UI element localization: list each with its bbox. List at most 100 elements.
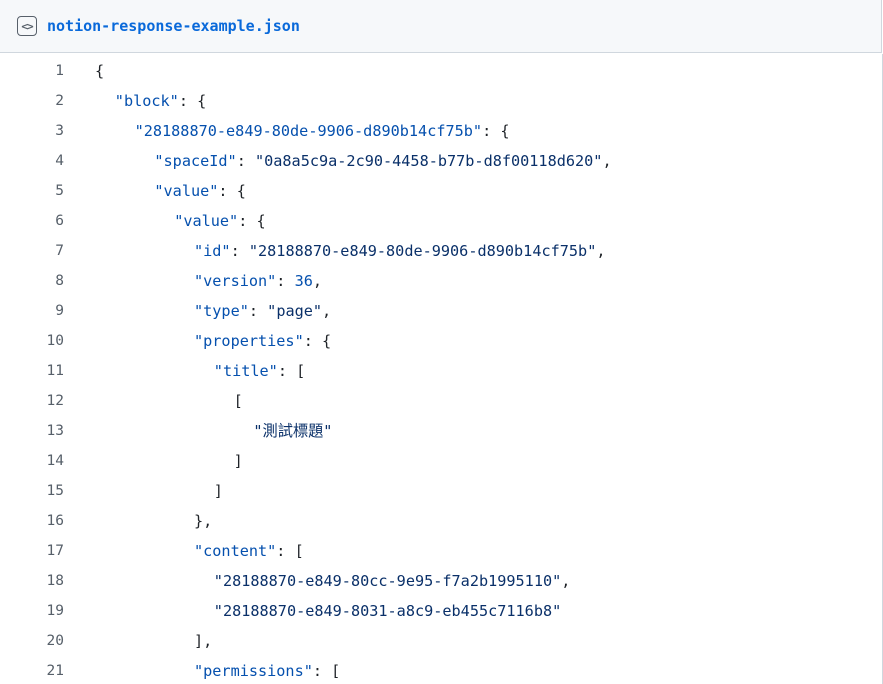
json-punctuation: [ [233,392,243,410]
line-number[interactable]: 8 [0,266,64,296]
code-line: 17 "content": [ [0,536,880,566]
line-number[interactable]: 4 [0,146,64,176]
code-text: "version": 36, [194,266,322,296]
code-text: ] [214,476,223,506]
code-line: 6 "value": { [0,206,880,236]
code-text: "id": "28188870-e849-80de-9906-d890b14cf… [194,236,606,266]
line-number[interactable]: 3 [0,116,64,146]
line-number[interactable]: 10 [0,326,64,356]
line-number[interactable]: 13 [0,416,64,446]
json-punctuation: : { [218,182,246,200]
code-text: [ [234,386,243,416]
json-punctuation: : [276,272,295,290]
line-number[interactable]: 6 [0,206,64,236]
code-line: 1{ [0,56,880,86]
code-line: 8 "version": 36, [0,266,880,296]
line-number[interactable]: 16 [0,506,64,536]
code-text: "value": { [174,206,265,236]
code-text: "properties": { [194,326,331,356]
code-text: "type": "page", [194,296,331,326]
code-text: "block": { [115,86,206,116]
json-punctuation: : { [482,122,510,140]
line-number[interactable]: 21 [0,656,64,684]
json-punctuation: , [561,572,571,590]
json-punctuation: : [ [277,362,306,380]
line-number[interactable]: 20 [0,626,64,656]
json-punctuation: ] [233,452,243,470]
code-text: "content": [ [194,536,304,566]
json-punctuation: : [248,302,268,320]
code-line: 19 "28188870-e849-8031-a8c9-eb455c7116b8" [0,596,880,626]
json-string: "28188870-e849-80cc-9e95-f7a2b1995110" [213,572,562,590]
code-line: 5 "value": { [0,176,880,206]
json-punctuation: , [596,242,606,260]
code-line: 18 "28188870-e849-80cc-9e95-f7a2b1995110"… [0,566,880,596]
json-key: "spaceId" [154,152,237,170]
json-punctuation: , [322,302,332,320]
json-punctuation: }, [194,512,213,530]
json-punctuation: : [236,152,255,170]
json-punctuation: ], [194,632,213,650]
code-line: 9 "type": "page", [0,296,880,326]
code-text: "permissions": [ [194,656,340,684]
code-text: "28188870-e849-80de-9906-d890b14cf75b": … [135,116,510,146]
code-text: "title": [ [214,356,305,386]
json-punctuation: : { [303,332,332,350]
json-key: "28188870-e849-80de-9906-d890b14cf75b" [134,122,483,140]
line-number[interactable]: 5 [0,176,64,206]
code-line: 12 [ [0,386,880,416]
json-punctuation: : { [238,212,266,230]
line-number[interactable]: 9 [0,296,64,326]
code-text: "28188870-e849-8031-a8c9-eb455c7116b8" [214,596,561,626]
json-string: "0a8a5c9a-2c90-4458-b77b-d8f00118d620" [254,152,603,170]
json-string: "測試標題" [253,422,333,440]
json-punctuation: : [ [312,662,341,680]
code-text: "28188870-e849-80cc-9e95-f7a2b1995110", [214,566,571,596]
code-text: "value": { [154,176,245,206]
code-line: 14] [0,446,880,476]
json-string: "page" [267,302,323,320]
json-punctuation: : [230,242,249,260]
json-key: "permissions" [194,662,313,680]
code-line: 15] [0,476,880,506]
json-string: "28188870-e849-80de-9906-d890b14cf75b" [248,242,597,260]
line-number[interactable]: 1 [0,56,64,86]
code-text: }, [194,506,212,536]
line-number[interactable]: 12 [0,386,64,416]
json-punctuation: ] [213,482,223,500]
line-number[interactable]: 19 [0,596,64,626]
json-key: "type" [194,302,249,320]
json-key: "content" [194,542,277,560]
code-line: 21 "permissions": [ [0,656,880,684]
code-view: 1{2 "block": { 3 "28188870-e849-80de-9906-d… [0,54,883,684]
code-file-icon: <> [17,16,37,36]
json-key: "id" [194,242,231,260]
file-header: <> notion-response-example.json [0,0,882,53]
json-key: "value" [174,212,239,230]
json-key: "version" [194,272,277,290]
line-number[interactable]: 18 [0,566,64,596]
json-key: "properties" [194,332,304,350]
json-key: "title" [213,362,278,380]
code-line: 20], [0,626,880,656]
line-number[interactable]: 15 [0,476,64,506]
json-punctuation: , [602,152,612,170]
code-line: 7 "id": "28188870-e849-80de-9906-d890b14c… [0,236,880,266]
line-number[interactable]: 17 [0,536,64,566]
code-line: 16}, [0,506,880,536]
json-punctuation: : [ [276,542,304,560]
code-line: 11 "title": [ [0,356,880,386]
code-text: "spaceId": "0a8a5c9a-2c90-4458-b77b-d8f0… [154,146,611,176]
json-string: "28188870-e849-8031-a8c9-eb455c7116b8" [213,602,562,620]
line-number[interactable]: 14 [0,446,64,476]
code-text: ], [194,626,212,656]
line-number[interactable]: 7 [0,236,64,266]
code-line: 2 "block": { [0,86,880,116]
line-number[interactable]: 11 [0,356,64,386]
json-key: "value" [154,182,219,200]
code-text: "測試標題" [253,416,332,446]
code-line: 3 "28188870-e849-80de-9906-d890b14cf75b":… [0,116,880,146]
json-punctuation: : { [178,92,207,110]
line-number[interactable]: 2 [0,86,64,116]
file-name-link[interactable]: notion-response-example.json [47,17,300,35]
